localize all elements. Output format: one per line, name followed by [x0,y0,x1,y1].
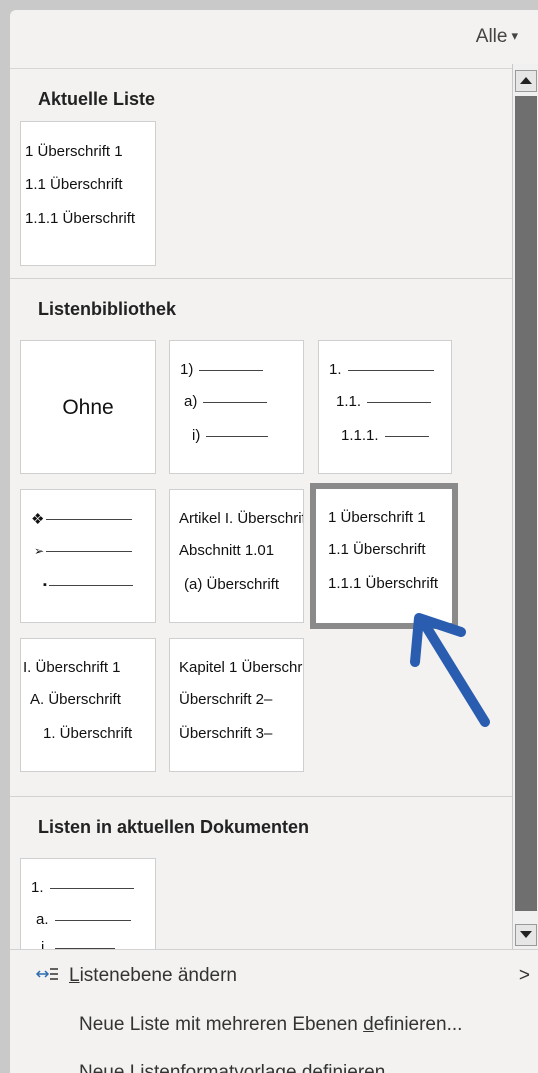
change-list-level-item[interactable]: Listenebene ändern > [35,965,530,987]
thumb-line: 1.1.1 Überschrift [25,210,136,227]
divider [10,796,512,797]
list-thumb-numbered-paren[interactable]: 1) a) i) [169,340,304,474]
section-heading-current: Aktuelle Liste [38,89,156,109]
placeholder-line [46,550,133,552]
thumb-line: 1.1 Überschrift [328,541,426,558]
access-key: d [363,1014,374,1035]
list-thumb-numbered-dots[interactable]: 1. 1.1. 1.1.1. [318,340,452,474]
filter-dropdown[interactable]: Alle ▾ [476,26,518,48]
gallery-scroll-area[interactable]: Aktuelle Liste 1 Überschrift 1 1.1 Übers… [10,69,512,949]
annotation-arrow-icon [410,613,490,727]
placeholder-line [203,401,268,403]
level-label: a. [36,911,49,928]
placeholder-line [384,435,429,437]
multilevel-list-gallery: Alle ▾ Aktuelle Liste 1 Überschrift 1 1.1… [10,10,538,1073]
thumb-line: 1. Überschrift [43,725,133,742]
placeholder-line [48,584,133,586]
thumb-line: A. Überschrift [30,691,121,708]
chevron-right-icon: > [518,965,530,986]
define-new-list-style-item[interactable]: Neue Listenformatvorlage definieren... [79,1062,401,1073]
list-thumb-artikel[interactable]: Artikel I. Überschrift Abschnitt 1.01 (a… [169,489,304,623]
level-label: 1.1. [336,393,362,410]
thumb-line: Überschrift 2– [179,691,273,708]
scroll-down-arrow-icon[interactable] [515,924,537,946]
list-thumb-none[interactable]: Ohne [20,340,156,474]
change-level-label: istenebene ändern [79,965,237,986]
vertical-scrollbar[interactable] [512,64,538,950]
list-thumb-roman[interactable]: I. Überschrift 1 A. Überschrift 1. Übers… [20,638,156,772]
scroll-up-arrow-icon[interactable] [515,70,537,92]
placeholder-line [46,518,133,520]
dropdown-caret-icon: ▾ [511,28,518,43]
level-label: 1. [329,361,342,378]
divider [10,949,538,950]
thumb-line: Kapitel 1 Überschrift [179,659,304,676]
placeholder-line [54,919,131,921]
indent-change-icon [35,968,58,980]
placeholder-line [49,887,134,889]
filter-label: Alle [475,26,508,47]
thumb-line: (a) Überschrift [184,576,280,593]
define-new-label-end: efinieren... [373,1014,463,1035]
thumb-line: 1.1 Überschrift [25,176,123,193]
divider [10,278,512,279]
list-thumb-kapitel[interactable]: Kapitel 1 Überschrift Überschrift 2– Übe… [169,638,304,772]
list-thumb-headings-selected[interactable]: 1 Überschrift 1 1.1 Überschrift 1.1.1 Üb… [310,483,458,629]
diamond-bullet-icon: ❖ [31,511,45,529]
placeholder-line [199,369,264,371]
level-label: a) [184,393,198,410]
scrollbar-thumb[interactable] [515,96,537,911]
thumb-line: Abschnitt 1.01 [179,542,275,559]
section-heading-documents: Listen in aktuellen Dokumenten [38,817,310,837]
access-key: L [69,965,80,986]
level-label: i. [41,939,49,949]
arrow-bullet-icon: ➢ [34,544,45,559]
none-label: Ohne [62,396,114,419]
placeholder-line [347,369,434,371]
list-thumb-bullets[interactable]: ❖ ➢ ▪ [20,489,156,623]
thumb-line: 1 Überschrift 1 [328,509,426,526]
list-thumb-document[interactable]: 1. a. i. [20,858,156,949]
level-label: 1) [180,361,194,378]
thumb-line: Artikel I. Überschrift [179,510,304,527]
thumb-line: 1 Überschrift 1 [25,143,123,160]
placeholder-line [367,401,432,403]
list-thumb-current[interactable]: 1 Überschrift 1 1.1 Überschrift 1.1.1 Üb… [20,121,156,266]
define-new-label-start: Neue Liste mit mehreren Ebenen [79,1014,364,1035]
thumb-line: I. Überschrift 1 [23,659,121,676]
thumb-line: 1.1.1 Überschrift [328,575,439,592]
square-bullet-icon: ▪ [43,579,47,592]
level-label: 1.1.1. [341,427,379,444]
level-label: i) [192,427,201,444]
level-label: 1. [31,879,44,896]
section-heading-library: Listenbibliothek [38,299,177,319]
thumb-line: Überschrift 3– [179,725,273,742]
define-new-multilevel-list-item[interactable]: Neue Liste mit mehreren Ebenen definiere… [79,1014,462,1036]
placeholder-line [206,435,269,437]
